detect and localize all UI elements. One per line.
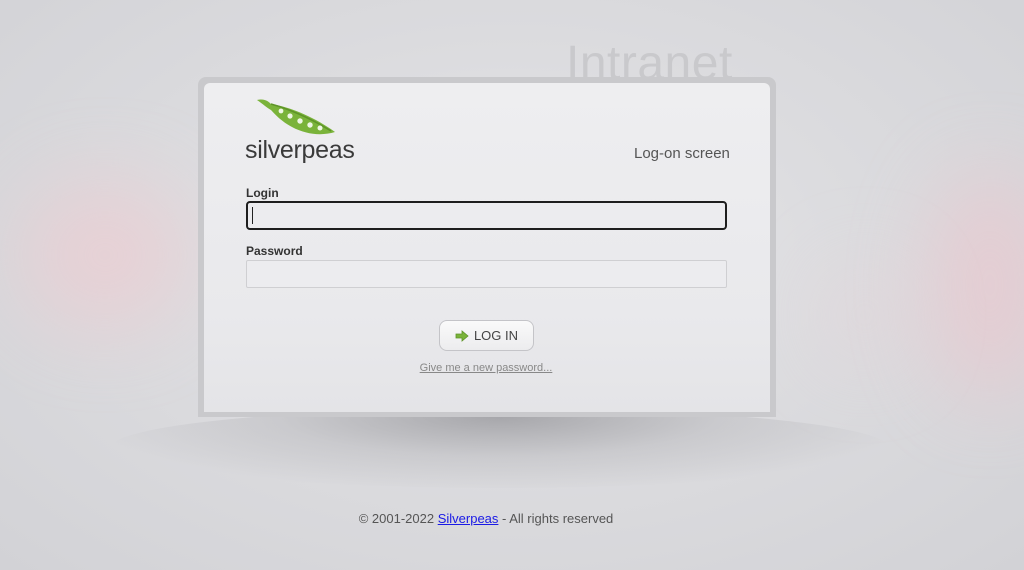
brand-name: silverpeas [245,136,355,164]
footer: © 2001-2022 Silverpeas - All rights rese… [0,511,972,526]
footer-silverpeas-link[interactable]: Silverpeas [438,511,499,526]
footer-rights: - All rights reserved [498,511,614,526]
footer-copyright: © 2001-2022 [358,511,438,526]
silverpeas-logo: silverpeas [245,96,355,166]
background-blur-blob [20,180,190,330]
login-button[interactable]: LOG IN [439,320,534,351]
login-button-label: LOG IN [473,328,519,343]
password-label: Password [246,244,303,258]
background-blur-blob [820,260,910,370]
screen-title: Log-on screen [634,145,730,162]
card-shadow [110,408,890,488]
login-label: Login [246,186,279,200]
login-input[interactable] [246,201,727,230]
green-pea-pod-icon [257,99,335,135]
text-caret [252,207,253,224]
green-arrow-right-icon [455,329,469,342]
forgot-password-link[interactable]: Give me a new password... [0,362,972,374]
password-input[interactable] [246,260,727,288]
